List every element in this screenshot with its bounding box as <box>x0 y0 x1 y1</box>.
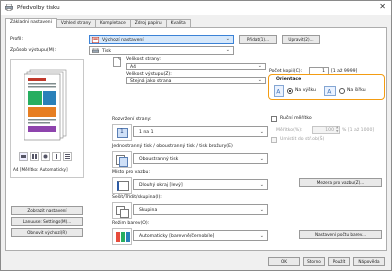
ok-button[interactable]: OK <box>268 257 300 266</box>
duplex-value: Oboustranný tisk <box>139 156 179 162</box>
page-preview-image <box>24 69 67 141</box>
page-size-icon <box>113 57 121 67</box>
settings-panel: Profil: Výchozí nastavení ⌄ Přidat(1)...… <box>5 27 387 251</box>
print-icon <box>92 48 99 53</box>
page-size-label: Velikost strany: <box>126 57 161 62</box>
profile-icon <box>92 37 99 43</box>
window-title: Předvolby tisku <box>17 4 60 11</box>
binding-select[interactable]: Dlouhý okraj [levý] ⌄ <box>133 179 268 190</box>
preview-caption: A4 [Měřítko: Automaticky] <box>13 167 68 172</box>
layout-icon: 1 <box>112 124 132 141</box>
duplex-label: Jednostranný tisk / oboustranný tisk / t… <box>112 144 233 149</box>
profile-label: Profil: <box>10 37 24 42</box>
binding-gutter-button[interactable]: Mezera pro vazbu(Z)... <box>299 178 382 187</box>
preview-settings-icon[interactable] <box>41 152 50 161</box>
chevron-down-icon: ⌄ <box>259 206 264 213</box>
manual-scaling-checkbox[interactable] <box>271 116 277 122</box>
binding-value: Dlouhý okraj [levý] <box>139 182 183 188</box>
print-preferences-window: Předvolby tisku ✕ Základní nastavení Vzh… <box>0 0 392 271</box>
output-method-select[interactable]: Tisk ⌄ <box>89 46 234 55</box>
cancel-button[interactable]: Storno <box>303 257 325 266</box>
manual-scaling-label: Ruční měřítko <box>280 116 312 121</box>
center-checkbox[interactable] <box>271 137 277 143</box>
output-method-label: Způsob výstupu(M): <box>10 48 57 53</box>
scale-value: 100 <box>325 128 334 133</box>
landscape-radio[interactable] <box>339 88 345 94</box>
layout-select[interactable]: 1 na 1 ⌄ <box>133 126 268 137</box>
output-method-value: Tisk <box>102 48 111 54</box>
chevron-down-icon: ⌄ <box>259 128 264 135</box>
chevron-down-icon: ⌄ <box>225 47 230 53</box>
landscape-label: Na šířku <box>347 88 366 93</box>
preview-layout-icon[interactable] <box>30 152 39 161</box>
binding-label: Místo pro vazbu: <box>112 170 150 175</box>
output-size-value: Stejná jako strana <box>130 78 172 84</box>
preview-stack-icon[interactable] <box>63 152 72 161</box>
chevron-down-icon: ⌄ <box>257 63 262 69</box>
color-mode-value: Automaticky [barevně/černobíle] <box>139 233 215 239</box>
orientation-label: Orientace <box>276 77 302 82</box>
add-profile-button[interactable]: Přidat(1)... <box>239 35 277 44</box>
center-label: Umístit do stř.ob(Š) <box>280 137 325 142</box>
chevron-down-icon: ⌄ <box>259 181 264 188</box>
help-button[interactable]: Nápověda <box>353 257 385 266</box>
preview-info-icon[interactable] <box>52 152 61 161</box>
portrait-label: Na výšku <box>295 88 316 93</box>
duplex-select[interactable]: Oboustranný tisk ⌄ <box>133 153 268 164</box>
portrait-radio[interactable] <box>287 88 293 94</box>
page-preview: A4 [Měřítko: Automaticky] <box>10 59 84 178</box>
color-count-settings-button[interactable]: Nastavení počtu barev... <box>299 230 382 239</box>
page-size-value: A4 <box>130 64 137 70</box>
chevron-down-icon: ⌄ <box>257 77 262 83</box>
license-settings-button[interactable]: Lanuuse: Settings(M)... <box>11 217 83 226</box>
scale-spin-icon: ▲ ▼ <box>336 125 339 133</box>
title-bar: Předvolby tisku ✕ <box>1 1 391 15</box>
tab-basic-settings[interactable]: Základní nastavení <box>5 18 57 28</box>
chevron-down-icon: ⌄ <box>259 155 264 162</box>
binding-icon <box>112 177 132 194</box>
page-size-select[interactable]: A4 ⌄ <box>126 63 266 70</box>
apply-button[interactable]: Použít <box>328 257 350 266</box>
profile-value: Výchozí nastavení <box>102 37 144 43</box>
edit-profile-button[interactable]: Upravit(2)... <box>282 35 320 44</box>
color-mode-label: Režim barev(O): <box>112 221 150 226</box>
collate-select[interactable]: Skupina ⌄ <box>133 204 268 215</box>
landscape-icon: A <box>324 86 336 96</box>
duplex-icon <box>112 151 132 168</box>
scale-range: % [1 až 1000] <box>342 128 375 133</box>
chevron-down-icon: ⌄ <box>225 36 230 42</box>
output-size-select[interactable]: Stejná jako strana ⌄ <box>126 77 266 84</box>
printer-icon <box>5 4 13 11</box>
close-icon[interactable]: ✕ <box>379 2 386 12</box>
layout-value: 1 na 1 <box>139 129 154 135</box>
portrait-icon: A <box>274 85 284 97</box>
restore-defaults-button[interactable]: Obnovit výchozí(R) <box>11 228 83 237</box>
defaults-button[interactable]: Zobrazit nastavení <box>11 206 83 215</box>
collate-value: Skupina <box>139 207 158 213</box>
preview-mode-buttons <box>19 152 77 161</box>
collate-icon <box>112 202 132 219</box>
color-mode-icon <box>112 228 132 245</box>
layout-label: Rozvržení strany: <box>112 117 152 122</box>
collate-label: Sešít/Třídit/skupina(I): <box>112 195 162 200</box>
output-size-label: Velikost výstupu(Z): <box>126 71 172 77</box>
profile-select[interactable]: Výchozí nastavení ⌄ <box>89 35 234 44</box>
scale-label: Měřítko(%): <box>276 128 303 133</box>
scale-input[interactable]: 100 ▲ ▼ <box>312 125 340 134</box>
color-mode-select[interactable]: Automaticky [barevně/černobíle] ⌄ <box>133 230 268 241</box>
preview-printer-icon[interactable] <box>19 152 28 161</box>
chevron-down-icon: ⌄ <box>259 232 264 239</box>
